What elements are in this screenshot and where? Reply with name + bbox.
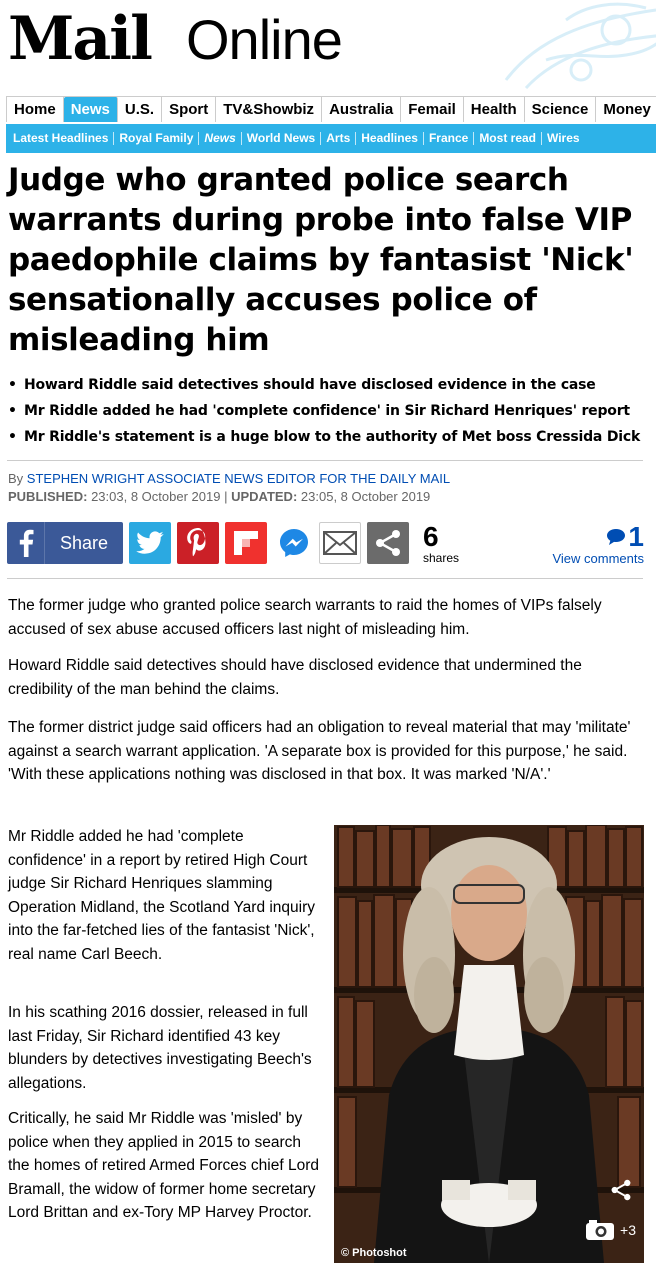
flipboard-share-button[interactable]	[225, 522, 267, 564]
share-count: 6 shares	[423, 521, 460, 565]
email-icon	[323, 531, 357, 555]
article-paragraph: The former judge who granted police sear…	[8, 597, 602, 638]
messenger-icon	[280, 529, 308, 557]
secondary-nav: Latest Headlines Royal Family News World…	[6, 124, 656, 153]
summary-bullet: Mr Riddle added he had 'complete confide…	[8, 398, 648, 424]
photo-credit: © Photoshot	[341, 1247, 407, 1259]
published-value: 23:03, 8 October 2019	[91, 489, 221, 504]
comment-bubble-icon	[607, 529, 626, 545]
article-paragraph: In his scathing 2016 dossier, released i…	[8, 1004, 312, 1092]
byline: By STEPHEN WRIGHT ASSOCIATE NEWS EDITOR …	[8, 470, 450, 488]
nav-item-money[interactable]: Money	[596, 97, 656, 122]
nav-item-home[interactable]: Home	[7, 97, 64, 122]
summary-bullet: Mr Riddle's statement is a huge blow to …	[8, 424, 648, 450]
share-bar: Share 6 shares 1 View comments	[7, 522, 647, 566]
subnav-news[interactable]: News	[199, 132, 242, 145]
share-count-label: shares	[423, 551, 460, 565]
nav-item-femail[interactable]: Femail	[401, 97, 464, 122]
comments-count: 1	[628, 521, 644, 552]
article-paragraph: Critically, he said Mr Riddle was 'misle…	[8, 1110, 320, 1221]
flipboard-icon	[234, 531, 258, 555]
logo-online[interactable]: Online	[186, 10, 343, 70]
nav-item-health[interactable]: Health	[464, 97, 525, 122]
masthead: Mail Online	[0, 0, 656, 92]
share-count-number: 6	[423, 521, 439, 552]
judge-portrait-image	[334, 825, 644, 1263]
divider	[7, 578, 643, 579]
subnav-world-news[interactable]: World News	[242, 132, 322, 145]
messenger-share-button[interactable]	[273, 522, 315, 564]
photo-gallery-button[interactable]: +3	[585, 1219, 636, 1241]
article-paragraph: Mr Riddle added he had 'complete confide…	[8, 828, 316, 963]
nav-item-sport[interactable]: Sport	[162, 97, 217, 122]
summary-bullet: Howard Riddle said detectives should hav…	[8, 372, 648, 398]
divider	[7, 460, 643, 461]
photo-share-icon[interactable]	[610, 1179, 632, 1201]
nav-item-science[interactable]: Science	[525, 97, 597, 122]
twitter-share-button[interactable]	[129, 522, 171, 564]
subnav-wires[interactable]: Wires	[542, 132, 585, 145]
twitter-icon	[136, 531, 164, 554]
subnav-royal-family[interactable]: Royal Family	[114, 132, 200, 145]
subnav-most-read[interactable]: Most read	[474, 132, 542, 145]
logo-mail[interactable]: Mail	[8, 4, 153, 74]
facebook-share-button[interactable]: Share	[7, 522, 123, 564]
article-paragraph: Howard Riddle said detectives should hav…	[8, 657, 582, 698]
article-paragraph: The former district judge said officers …	[8, 719, 631, 783]
nav-item-news[interactable]: News	[63, 97, 118, 122]
more-share-button[interactable]	[367, 522, 409, 564]
facebook-icon	[7, 522, 45, 564]
subnav-headlines[interactable]: Headlines	[356, 132, 424, 145]
article-headline: Judge who granted police search warrants…	[8, 162, 634, 358]
nav-item-australia[interactable]: Australia	[322, 97, 402, 122]
nav-item-tv-showbiz[interactable]: TV&Showbiz	[216, 97, 323, 122]
pinterest-share-button[interactable]	[177, 522, 219, 564]
subnav-france[interactable]: France	[424, 132, 475, 145]
gallery-count: +3	[620, 1222, 636, 1238]
nav-item-us[interactable]: U.S.	[118, 97, 163, 122]
article-dates: PUBLISHED: 23:03, 8 October 2019 | UPDAT…	[8, 488, 430, 506]
camera-icon	[586, 1220, 615, 1240]
email-share-button[interactable]	[319, 522, 361, 564]
byline-prefix: By	[8, 471, 24, 486]
article-summary: Howard Riddle said detectives should hav…	[8, 372, 648, 450]
masthead-decoration	[504, 2, 656, 90]
facebook-share-label: Share	[60, 532, 109, 553]
updated-value: 23:05, 8 October 2019	[300, 489, 431, 504]
share-icon	[376, 530, 400, 556]
subnav-latest-headlines[interactable]: Latest Headlines	[8, 132, 115, 145]
comments-label: View comments	[552, 551, 644, 566]
primary-nav: Home News U.S. Sport TV&Showbiz Australi…	[6, 96, 656, 122]
published-label: PUBLISHED:	[8, 489, 88, 504]
updated-label: UPDATED:	[231, 489, 298, 504]
pinterest-icon	[187, 528, 206, 557]
judge-face	[451, 865, 527, 961]
byline-author-link[interactable]: STEPHEN WRIGHT ASSOCIATE NEWS EDITOR FOR…	[27, 471, 450, 486]
article-photo[interactable]: +3 © Photoshot	[334, 825, 644, 1263]
jabot	[454, 965, 524, 1060]
comments-link[interactable]: 1 View comments	[552, 522, 644, 566]
subnav-arts[interactable]: Arts	[321, 132, 357, 145]
